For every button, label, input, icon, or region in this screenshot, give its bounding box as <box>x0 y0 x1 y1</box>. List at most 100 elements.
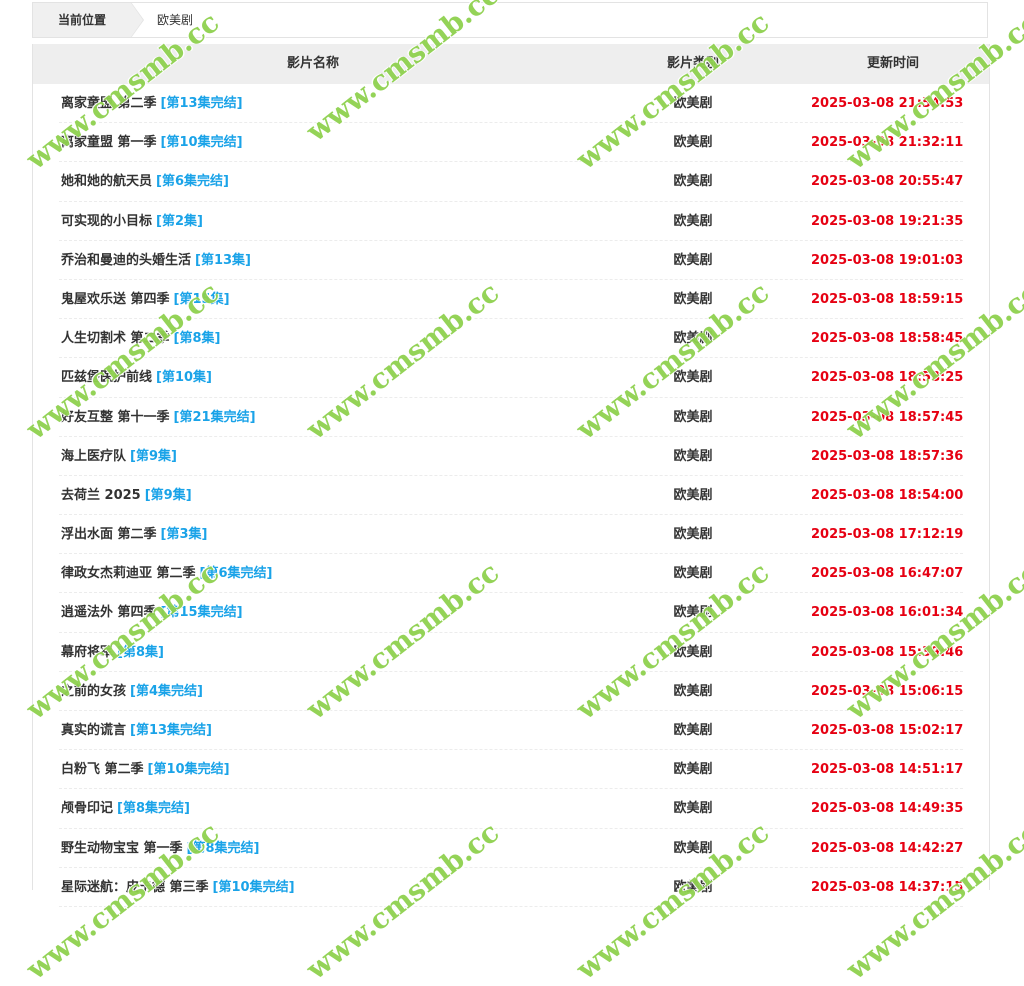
table-row: 离家童盟 第一季 [第10集完结] 欧美剧 2025-03-08 21:32:11 <box>33 123 989 163</box>
update-time: 2025-03-08 17:12:19 <box>811 527 964 543</box>
breadcrumb-arrow-icon <box>131 3 143 37</box>
episode-status: [第6集完结] <box>156 174 229 190</box>
video-category-link[interactable]: 欧美剧 <box>643 633 743 672</box>
video-category-link[interactable]: 欧美剧 <box>643 789 743 828</box>
video-link[interactable]: 逍遥法外 第四季 [第15集完结] <box>61 593 243 632</box>
video-link[interactable]: 乔治和曼迪的头婚生活 [第13集] <box>61 241 251 280</box>
video-category-link[interactable]: 欧美剧 <box>643 319 743 358</box>
video-category-link[interactable]: 欧美剧 <box>643 202 743 241</box>
update-time: 2025-03-08 14:51:17 <box>811 762 964 778</box>
video-link[interactable]: 幕府将军 [第8集] <box>61 633 164 672</box>
video-link[interactable]: 去荷兰 2025 [第9集] <box>61 476 192 515</box>
video-link[interactable]: 律政女杰莉迪亚 第二季 [第6集完结] <box>61 554 272 593</box>
video-category-link[interactable]: 欧美剧 <box>643 241 743 280</box>
header-type: 影片类别 <box>666 56 719 71</box>
video-title: 白粉飞 第二季 <box>61 762 144 778</box>
episode-status: [第3集] <box>160 527 208 543</box>
video-category-link[interactable]: 欧美剧 <box>643 162 743 201</box>
episode-status: [第15集] <box>173 291 230 307</box>
video-title: 她和她的航天员 <box>61 174 153 190</box>
video-title: 律政女杰莉迪亚 第二季 <box>61 566 196 582</box>
video-category-link[interactable]: 欧美剧 <box>643 280 743 319</box>
table-row: 鬼屋欢乐送 第四季 [第15集] 欧美剧 2025-03-08 18:59:15 <box>33 280 989 320</box>
episode-status: [第13集] <box>195 252 251 268</box>
video-category-link[interactable]: 欧美剧 <box>643 829 743 868</box>
video-title: 幕府将军 <box>61 644 114 660</box>
update-time: 2025-03-08 14:42:27 <box>811 840 964 856</box>
video-link[interactable]: 鬼屋欢乐送 第四季 [第15集] <box>61 280 230 319</box>
video-link[interactable]: 白粉飞 第二季 [第10集完结] <box>61 750 230 789</box>
video-title: 鬼屋欢乐送 第四季 <box>61 291 170 307</box>
video-category-link[interactable]: 欧美剧 <box>643 437 743 476</box>
video-title: 好友互整 第十一季 <box>61 409 170 425</box>
update-time: 2025-03-08 16:47:07 <box>811 566 964 582</box>
video-link[interactable]: 人生切割术 第二季 [第8集] <box>61 319 220 358</box>
episode-status: [第21集完结] <box>173 409 256 425</box>
table-row: 白粉飞 第二季 [第10集完结] 欧美剧 2025-03-08 14:51:17 <box>33 750 989 790</box>
update-time: 2025-03-08 14:37:15 <box>811 879 964 895</box>
episode-status: [第8集完结] <box>117 801 190 817</box>
video-title: 真实的谎言 <box>61 723 127 738</box>
breadcrumb-current-link[interactable]: 欧美剧 <box>157 3 193 37</box>
video-category-link[interactable]: 欧美剧 <box>643 868 743 907</box>
video-category-link[interactable]: 欧美剧 <box>643 672 743 711</box>
video-link[interactable]: 之前的女孩 [第4集完结] <box>61 672 203 711</box>
video-title: 可实现的小目标 <box>61 213 153 229</box>
table-row: 海上医疗队 [第9集] 欧美剧 2025-03-08 18:57:36 <box>33 437 989 477</box>
video-title: 海上医疗队 <box>61 448 127 464</box>
table-row: 真实的谎言 [第13集完结] 欧美剧 2025-03-08 15:02:17 <box>33 711 989 751</box>
video-category-link[interactable]: 欧美剧 <box>643 476 743 515</box>
update-time: 2025-03-08 15:06:15 <box>811 683 964 699</box>
video-title: 离家童盟 第二季 <box>61 96 157 111</box>
video-category-link[interactable]: 欧美剧 <box>643 84 743 123</box>
table-row: 去荷兰 2025 [第9集] 欧美剧 2025-03-08 18:54:00 <box>33 476 989 516</box>
video-title: 匹兹堡医护前线 <box>61 370 153 386</box>
video-link[interactable]: 离家童盟 第二季 [第13集完结] <box>61 84 243 123</box>
video-category-link[interactable]: 欧美剧 <box>643 750 743 789</box>
update-time: 2025-03-08 15:39:46 <box>811 644 964 660</box>
video-link[interactable]: 匹兹堡医护前线 [第10集] <box>61 358 212 397</box>
episode-status: [第10集] <box>156 370 212 386</box>
update-time: 2025-03-08 18:59:15 <box>811 291 964 307</box>
table-row: 颅骨印记 [第8集完结] 欧美剧 2025-03-08 14:49:35 <box>33 789 989 829</box>
video-category-link[interactable]: 欧美剧 <box>643 515 743 554</box>
video-category-link[interactable]: 欧美剧 <box>643 358 743 397</box>
table-row: 好友互整 第十一季 [第21集完结] 欧美剧 2025-03-08 18:57:45 <box>33 398 989 437</box>
episode-status: [第8集] <box>173 331 221 347</box>
video-link[interactable]: 野生动物宝宝 第一季 [第8集完结] <box>61 829 259 868</box>
episode-status: [第10集完结] <box>147 762 230 778</box>
table-row: 逍遥法外 第四季 [第15集完结] 欧美剧 2025-03-08 16:01:34 <box>33 593 989 633</box>
video-link[interactable]: 好友互整 第十一季 [第21集完结] <box>61 398 256 437</box>
table-row: 匹兹堡医护前线 [第10集] 欧美剧 2025-03-08 18:58:25 <box>33 358 989 398</box>
video-link[interactable]: 离家童盟 第一季 [第10集完结] <box>61 123 243 162</box>
video-link[interactable]: 颅骨印记 [第8集完结] <box>61 789 190 828</box>
table-row: 浮出水面 第二季 [第3集] 欧美剧 2025-03-08 17:12:19 <box>33 515 989 555</box>
video-link[interactable]: 星际迷航：皮卡德 第三季 [第10集完结] <box>61 868 295 907</box>
update-time: 2025-03-08 16:01:34 <box>811 605 964 621</box>
update-time: 2025-03-08 21:54:53 <box>811 96 964 111</box>
breadcrumb-label: 当前位置 <box>33 3 131 37</box>
episode-status: [第15集完结] <box>160 605 243 621</box>
episode-status: [第9集] <box>144 487 192 503</box>
video-link[interactable]: 真实的谎言 [第13集完结] <box>61 711 212 750</box>
video-category-link[interactable]: 欧美剧 <box>643 554 743 593</box>
update-time: 2025-03-08 19:01:03 <box>811 252 964 268</box>
episode-status: [第10集完结] <box>212 879 295 895</box>
table-header: 影片名称 影片类别 更新时间 <box>33 44 989 84</box>
video-category-link[interactable]: 欧美剧 <box>643 593 743 632</box>
video-category-link[interactable]: 欧美剧 <box>643 711 743 750</box>
video-title: 去荷兰 2025 <box>61 487 141 503</box>
video-title: 之前的女孩 <box>61 683 127 699</box>
video-category-link[interactable]: 欧美剧 <box>643 398 743 437</box>
video-title: 人生切割术 第二季 <box>61 331 170 347</box>
episode-status: [第10集完结] <box>160 135 243 151</box>
video-link[interactable]: 浮出水面 第二季 [第3集] <box>61 515 207 554</box>
update-time: 2025-03-08 19:21:35 <box>811 213 964 229</box>
video-link[interactable]: 可实现的小目标 [第2集] <box>61 202 203 241</box>
table-row: 她和她的航天员 [第6集完结] 欧美剧 2025-03-08 20:55:47 <box>33 162 989 202</box>
video-category-link[interactable]: 欧美剧 <box>643 123 743 162</box>
video-link[interactable]: 她和她的航天员 [第6集完结] <box>61 162 229 201</box>
video-link[interactable]: 海上医疗队 [第9集] <box>61 437 177 476</box>
table-row: 幕府将军 [第8集] 欧美剧 2025-03-08 15:39:46 <box>33 633 989 673</box>
video-title: 乔治和曼迪的头婚生活 <box>61 252 192 268</box>
